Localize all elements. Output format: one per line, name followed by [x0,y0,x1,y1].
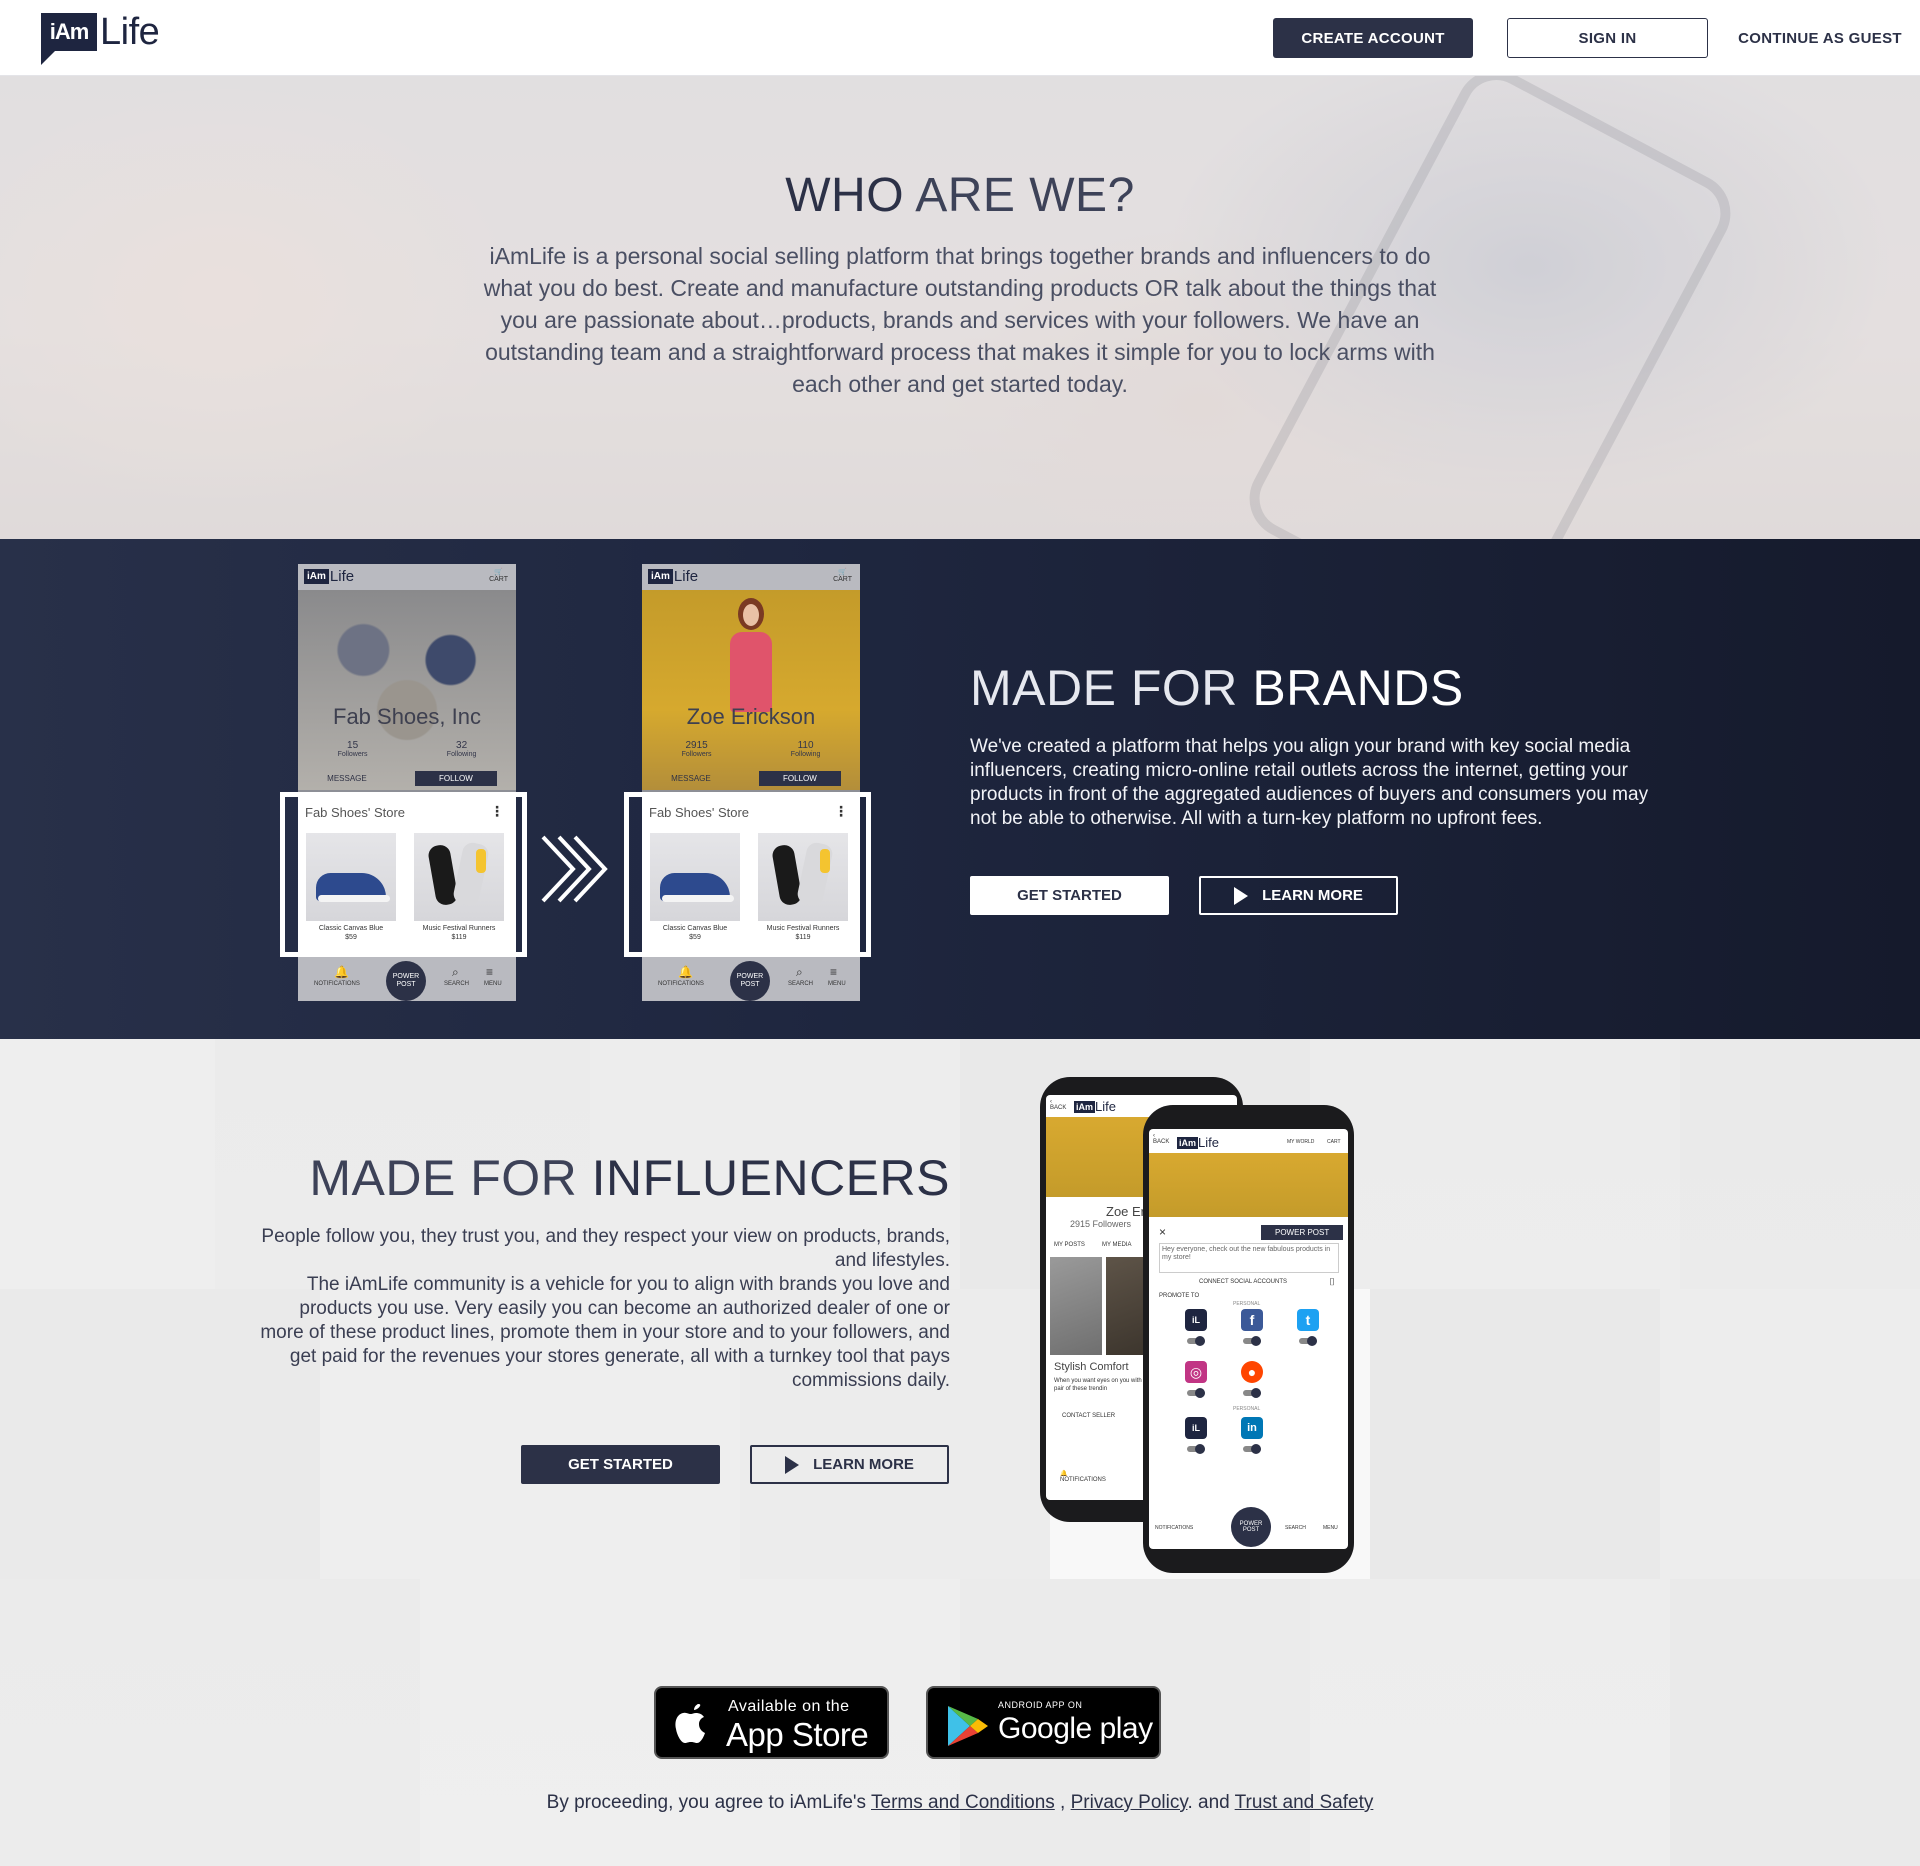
brands-get-started-button[interactable]: GET STARTED [970,876,1169,915]
reddit-icon: ● [1241,1361,1263,1383]
influencers-body: People follow you, they trust you, and t… [260,1226,950,1391]
toggle-switch [1187,1336,1205,1346]
mock-logo: iAm Life [1177,1135,1219,1150]
top-header: iAm Life CREATE ACCOUNT SIGN IN CONTINUE… [0,0,1920,76]
cart-icon: 🛒 CART [489,569,508,583]
mock-logo: iAm Life [648,568,698,585]
search-icon: ⌕ [452,965,459,979]
terms-link[interactable]: Terms and Conditions [871,1792,1055,1813]
play-icon [1234,886,1249,905]
power-post-icon: POWER POST [386,961,426,1001]
play-icon [785,1455,800,1474]
shoes-hero-image [298,590,516,790]
phone-mockup-power-post: ‹ BACK iAm Life MY WORLD CART × POWER POST… [1143,1105,1354,1573]
close-icon: × [1159,1225,1167,1239]
mock-profile-name: Fab Shoes, Inc [333,704,481,729]
post-image-sneaker [1050,1257,1102,1355]
bell-icon: 🔔 [334,965,349,979]
mock-follow-button: FOLLOW [759,771,841,786]
toggle-switch [1243,1336,1261,1346]
app-store-badge[interactable]: Available on the App Store [654,1686,889,1759]
my-world-icon: MY WORLD [1287,1139,1315,1145]
iamlife-icon: iL [1185,1417,1207,1439]
iamlife-logo[interactable]: iAm Life [41,11,160,65]
cart-icon: 🛒 CART [833,569,852,583]
mock-message-button: MESSAGE [327,774,367,783]
privacy-policy-link[interactable]: Privacy Policy [1071,1792,1188,1813]
mock-profile-name: Zoe Erickson [686,704,816,729]
post-message-field: Hey everyone, check out the new fabulous… [1159,1243,1339,1273]
instagram-icon: ◎ [1185,1361,1207,1383]
search-icon: SEARCH [1285,1525,1306,1531]
iamlife-icon: iL [1185,1309,1207,1331]
who-are-we-section: WHO ARE WE? iAmLife is a personal social… [0,76,1920,539]
mock-logo: iAm Life [304,568,354,585]
who-title: WHO ARE WE? [785,169,1135,222]
google-play-icon [948,1706,988,1746]
menu-icon: ≡ [486,965,494,979]
back-icon: ‹ BACK [1050,1099,1067,1111]
mock-message-button: MESSAGE [671,774,711,783]
brands-title: MADE FOR BRANDS [970,660,1464,716]
search-icon: ⌕ [796,965,803,979]
mock-bottom-nav: 🔔 NOTIFICATIONS POWER POST ⌕ SEARCH ≡ ME… [642,955,860,1001]
twitter-icon: t [1297,1309,1319,1331]
toggle-switch [1243,1388,1261,1398]
menu-icon: MENU [1323,1525,1338,1531]
influencers-learn-more-button[interactable]: LEARN MORE [750,1445,949,1484]
logo-text: Life [100,11,160,53]
trust-safety-link[interactable]: Trust and Safety [1235,1792,1374,1813]
brands-learn-more-button[interactable]: LEARN MORE [1199,876,1398,915]
continue-as-guest-link[interactable]: CONTINUE AS GUEST [1730,18,1910,58]
facebook-icon: f [1241,1309,1263,1331]
brands-body: We've created a platform that helps you … [970,736,1649,829]
power-post-icon: POWER POST [730,961,770,1001]
camera-icon: ⌷ [1329,1277,1335,1288]
tab-my-media: MY MEDIA [1102,1242,1132,1248]
toggle-switch [1187,1444,1205,1454]
influencer-hero-image [642,590,860,790]
toggle-switch [1299,1336,1317,1346]
highlight-frame [624,792,871,957]
contact-seller-button: CONTACT SELLER [1062,1413,1116,1419]
google-play-badge[interactable]: ANDROID APP ON Google play [926,1686,1161,1759]
create-account-button[interactable]: CREATE ACCOUNT [1273,18,1473,58]
mock-follow-button: FOLLOW [415,771,497,786]
influencers-title: MADE FOR INFLUENCERS [309,1150,950,1206]
cart-icon: CART [1327,1139,1341,1145]
sign-in-button[interactable]: SIGN IN [1507,18,1708,58]
toggle-switch [1187,1388,1205,1398]
menu-icon: ≡ [830,965,838,979]
power-post-button: POWER POST [1261,1225,1344,1240]
highlight-frame [280,792,527,957]
who-body: iAmLife is a personal social selling pla… [483,243,1437,397]
toggle-switch [1243,1444,1261,1454]
linkedin-icon: in [1241,1417,1263,1439]
influencers-get-started-button[interactable]: GET STARTED [521,1445,720,1484]
chevrons-right-icon [541,835,608,903]
logo-badge: iAm [41,13,97,65]
back-icon: ‹ BACK [1153,1133,1170,1145]
power-post-icon: POWER POST [1231,1507,1271,1547]
tab-my-posts: MY POSTS [1054,1242,1085,1248]
bell-icon: 🔔 [678,965,693,979]
profile-hero-image [1149,1153,1348,1217]
bell-icon: NOTIFICATIONS [1155,1525,1194,1531]
made-for-brands-section: iAm Life 🛒 CART Fab Shoes, Inc 15 Followers… [0,539,1920,1039]
legal-notice: By proceeding, you agree to iAmLife's Te… [546,1792,1374,1813]
mock-logo: iAm Life [1074,1099,1116,1114]
apple-icon [675,1704,705,1743]
mock-bottom-nav: 🔔 NOTIFICATIONS POWER POST ⌕ SEARCH ≡ ME… [298,955,516,1001]
bell-icon: 🔔 NOTIFICATIONS [1060,1471,1106,1483]
